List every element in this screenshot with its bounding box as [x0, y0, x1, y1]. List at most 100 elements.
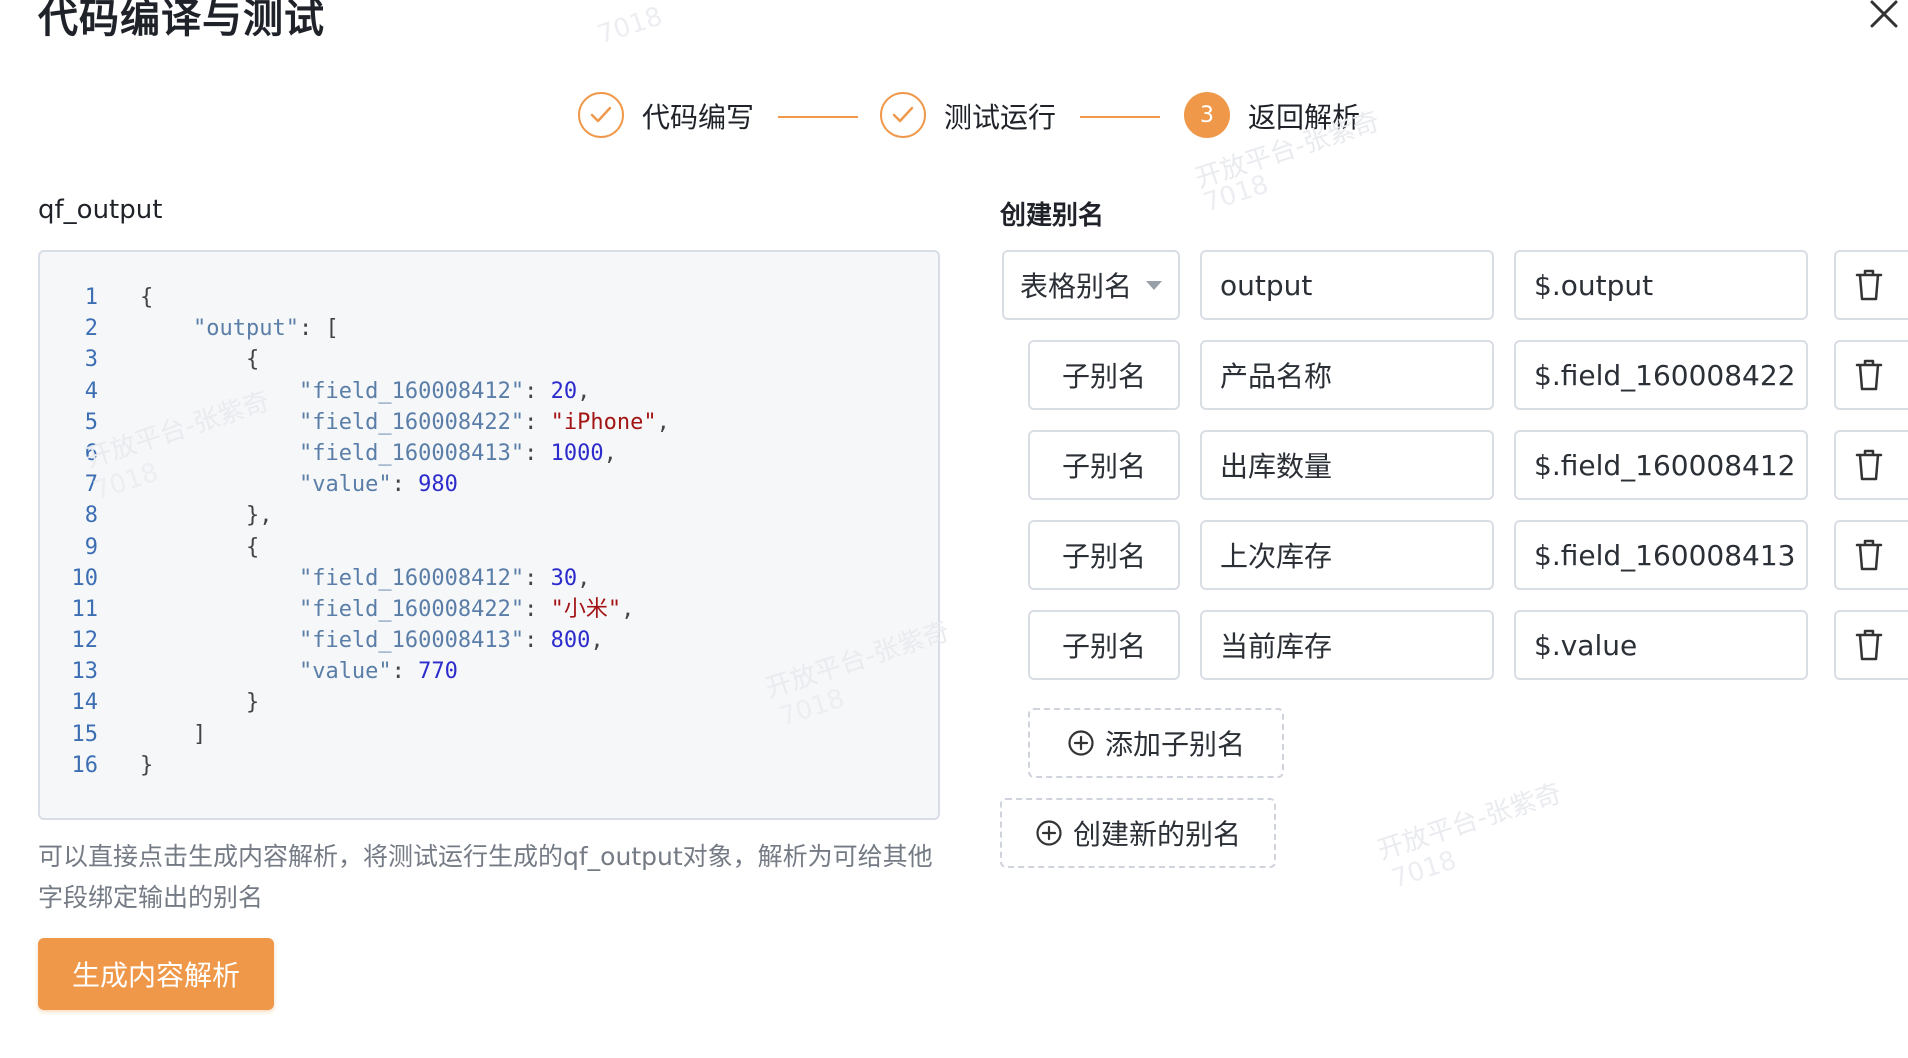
table-alias-name-input[interactable]: output [1200, 250, 1494, 320]
line-number: 7 [84, 472, 98, 498]
caret-down-icon [1146, 280, 1162, 290]
code-text: { [140, 347, 260, 373]
code-text: ] [140, 721, 207, 747]
trash-icon [1855, 269, 1883, 301]
output-label: qf_output [38, 195, 163, 225]
sub-alias-name-input[interactable]: 出库数量 [1200, 430, 1494, 500]
sub-alias-type-label[interactable]: 子别名 [1028, 340, 1180, 410]
code-text: "value": 980 [298, 472, 458, 498]
line-number: 10 [71, 565, 99, 591]
code-line: 10 "field_160008412": 30, [40, 563, 938, 594]
create-new-alias-label: 创建新的别名 [1072, 818, 1241, 851]
close-icon[interactable] [1866, 0, 1902, 32]
code-line: 8 }, [40, 500, 938, 531]
line-number: 11 [71, 596, 99, 622]
code-text: "value": 770 [298, 659, 458, 685]
plus-circle-icon [1036, 820, 1062, 846]
code-line: 16} [40, 750, 938, 781]
line-number: 1 [84, 285, 98, 310]
trash-icon [1855, 359, 1883, 391]
code-line: 4 "field_160008412": 20, [40, 376, 938, 407]
table-alias-path-input[interactable]: $.output [1514, 250, 1808, 320]
line-number: 5 [84, 409, 98, 435]
step-connector [1080, 116, 1160, 118]
line-number: 15 [71, 721, 99, 747]
code-text: "output": [ [192, 316, 339, 342]
sub-alias-name-input[interactable]: 上次库存 [1200, 520, 1494, 590]
watermark-id: 7018 [1200, 169, 1273, 219]
line-number: 2 [84, 316, 98, 342]
delete-sub-alias-button[interactable] [1834, 430, 1908, 500]
watermark-id: 7018 [1388, 845, 1461, 895]
generate-parse-button[interactable]: 生成内容解析 [38, 938, 274, 1010]
line-number: 4 [84, 378, 98, 404]
create-alias-title: 创建别名 [1000, 201, 1105, 231]
create-new-alias-button[interactable]: 创建新的别名 [1000, 798, 1276, 868]
code-line: 15 ] [40, 719, 938, 750]
code-line: 3 { [40, 344, 938, 375]
trash-icon [1855, 539, 1883, 571]
code-text: "field_160008422": "iPhone", [298, 409, 670, 435]
delete-sub-alias-button[interactable] [1834, 340, 1908, 410]
alias-type-value: 表格别名 [1019, 270, 1132, 303]
dialog-title: 代码编译与测试 [38, 0, 325, 42]
sub-alias-type-label[interactable]: 子别名 [1028, 520, 1180, 590]
trash-icon [1855, 629, 1883, 661]
step-label-return-parse: 返回解析 [1248, 101, 1361, 134]
line-number: 13 [71, 659, 99, 685]
sub-alias-path-input[interactable]: $.value [1514, 610, 1808, 680]
sub-alias-name-input[interactable]: 当前库存 [1200, 610, 1494, 680]
line-number: 16 [71, 752, 99, 778]
delete-sub-alias-button[interactable] [1834, 520, 1908, 590]
delete-sub-alias-button[interactable] [1834, 610, 1908, 680]
code-text: "field_160008413": 1000, [298, 440, 617, 466]
code-lines: 1{2 "output": [3 {4 "field_160008412": 2… [40, 282, 938, 781]
step-2-check-icon [880, 92, 926, 138]
step-3-number: 3 [1184, 92, 1230, 138]
code-text: { [140, 285, 154, 310]
step-1-check-icon [578, 92, 624, 138]
step-label-test-run: 测试运行 [944, 101, 1057, 134]
code-line: 11 "field_160008422": "小米", [40, 594, 938, 625]
alias-type-select[interactable]: 表格别名 [1002, 250, 1180, 320]
sub-alias-path-input[interactable]: $.field_160008412 [1514, 430, 1808, 500]
code-text: "field_160008422": "小米", [298, 596, 635, 622]
watermark-text: 开放平台-张紫奇 [1373, 778, 1566, 867]
line-number: 9 [84, 534, 98, 560]
code-line: 6 "field_160008413": 1000, [40, 438, 938, 469]
code-line: 12 "field_160008413": 800, [40, 625, 938, 656]
code-text: } [140, 690, 260, 716]
step-label-code-writing: 代码编写 [642, 101, 755, 134]
code-text: } [140, 752, 154, 778]
sub-alias-name-input[interactable]: 产品名称 [1200, 340, 1494, 410]
code-line: 2 "output": [ [40, 313, 938, 344]
code-line: 13 "value": 770 [40, 656, 938, 687]
code-line: 14 } [40, 687, 938, 718]
delete-table-alias-button[interactable] [1834, 250, 1908, 320]
line-number: 3 [84, 347, 98, 373]
code-line: 5 "field_160008422": "iPhone", [40, 407, 938, 438]
add-sub-alias-button[interactable]: 添加子别名 [1028, 708, 1284, 778]
line-number: 14 [71, 690, 99, 716]
code-line: 1{ [40, 282, 938, 313]
code-text: "field_160008412": 30, [298, 565, 591, 591]
code-text: { [140, 534, 260, 560]
add-sub-alias-label: 添加子别名 [1104, 728, 1245, 761]
watermark-id: 7018 [594, 1, 667, 51]
step-connector [778, 116, 858, 118]
code-text: "field_160008413": 800, [298, 628, 604, 654]
sub-alias-path-input[interactable]: $.field_160008422 [1514, 340, 1808, 410]
sub-alias-type-label[interactable]: 子别名 [1028, 430, 1180, 500]
code-text: }, [140, 503, 273, 529]
sub-alias-path-input[interactable]: $.field_160008413 [1514, 520, 1808, 590]
line-number: 8 [84, 503, 98, 529]
trash-icon [1855, 449, 1883, 481]
line-number: 6 [84, 440, 98, 466]
code-line: 7 "value": 980 [40, 469, 938, 500]
line-number: 12 [71, 628, 99, 654]
hint-text: 可以直接点击生成内容解析，将测试运行生成的qf_output对象，解析为可给其他… [38, 842, 933, 912]
code-viewer[interactable]: 1{2 "output": [3 {4 "field_160008412": 2… [38, 250, 940, 820]
sub-alias-type-label[interactable]: 子别名 [1028, 610, 1180, 680]
code-line: 9 { [40, 532, 938, 563]
plus-circle-icon [1068, 730, 1094, 756]
